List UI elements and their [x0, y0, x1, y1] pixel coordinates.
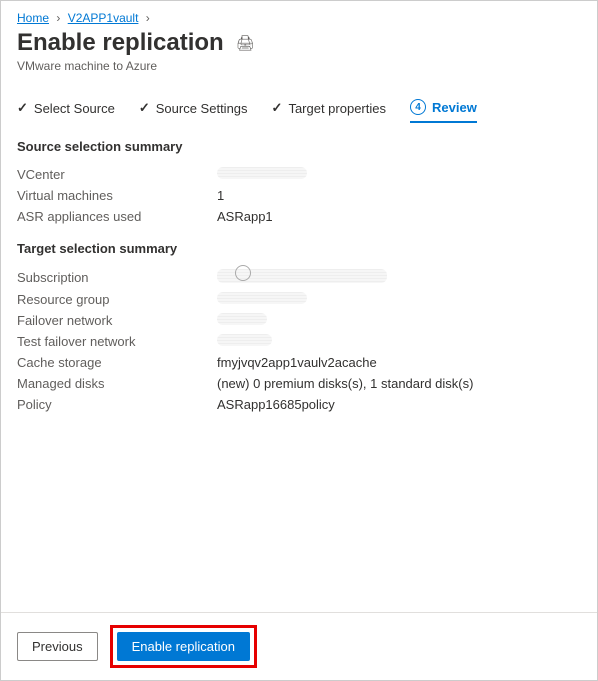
value-redacted — [217, 167, 307, 182]
row-policy: Policy ASRapp16685policy — [17, 394, 581, 415]
tab-label: Target properties — [288, 101, 386, 116]
breadcrumb: Home › V2APP1vault › — [1, 1, 597, 29]
value: ASRapp16685policy — [217, 397, 335, 412]
enable-replication-button[interactable]: Enable replication — [117, 632, 250, 661]
review-content: Source selection summary VCenter Virtual… — [1, 123, 597, 612]
label: Cache storage — [17, 355, 217, 370]
value: 1 — [217, 188, 224, 203]
label: Failover network — [17, 313, 217, 328]
label: Policy — [17, 397, 217, 412]
tab-source-settings[interactable]: ✓ Source Settings — [139, 99, 248, 123]
tab-select-source[interactable]: ✓ Select Source — [17, 99, 115, 123]
value: ASRapp1 — [217, 209, 273, 224]
row-virtual-machines: Virtual machines 1 — [17, 185, 581, 206]
wizard-tabs: ✓ Select Source ✓ Source Settings ✓ Targ… — [1, 79, 597, 123]
step-number-icon: 4 — [410, 99, 426, 115]
label: Subscription — [17, 270, 217, 285]
value-redacted — [217, 334, 272, 349]
breadcrumb-vault[interactable]: V2APP1vault — [68, 11, 139, 25]
chevron-right-icon: › — [146, 11, 150, 25]
chevron-right-icon: › — [56, 11, 60, 25]
tab-review[interactable]: 4 Review — [410, 99, 477, 123]
breadcrumb-home[interactable]: Home — [17, 11, 49, 25]
label: ASR appliances used — [17, 209, 217, 224]
print-icon[interactable]: 🖨 — [236, 34, 255, 52]
page-subtitle: VMware machine to Azure — [17, 59, 581, 73]
tab-target-properties[interactable]: ✓ Target properties — [272, 99, 386, 123]
label: VCenter — [17, 167, 217, 182]
row-test-failover-network: Test failover network — [17, 331, 581, 352]
value-redacted — [217, 313, 267, 328]
wizard-footer: Previous Enable replication — [1, 612, 597, 680]
row-asr-appliances: ASR appliances used ASRapp1 — [17, 206, 581, 227]
row-resource-group: Resource group — [17, 289, 581, 310]
source-selection-summary: Source selection summary VCenter Virtual… — [17, 139, 581, 227]
label: Virtual machines — [17, 188, 217, 203]
value: (new) 0 premium disks(s), 1 standard dis… — [217, 376, 473, 391]
tab-label: Review — [432, 100, 477, 115]
target-selection-summary: Target selection summary Subscription Re… — [17, 241, 581, 415]
tab-label: Select Source — [34, 101, 115, 116]
row-cache-storage: Cache storage fmyjvqv2app1vaulv2acache — [17, 352, 581, 373]
tab-label: Source Settings — [156, 101, 248, 116]
section-title: Source selection summary — [17, 139, 581, 154]
page-title: Enable replication — [17, 29, 224, 57]
label: Test failover network — [17, 334, 217, 349]
value: fmyjvqv2app1vaulv2acache — [217, 355, 377, 370]
value-redacted — [217, 269, 387, 286]
label: Managed disks — [17, 376, 217, 391]
row-managed-disks: Managed disks (new) 0 premium disks(s), … — [17, 373, 581, 394]
row-failover-network: Failover network — [17, 310, 581, 331]
check-icon: ✓ — [139, 100, 150, 116]
check-icon: ✓ — [272, 100, 283, 116]
section-title: Target selection summary — [17, 241, 581, 256]
callout-highlight: Enable replication — [110, 625, 257, 668]
check-icon: ✓ — [17, 100, 28, 116]
row-subscription: Subscription — [17, 266, 581, 289]
label: Resource group — [17, 292, 217, 307]
value-redacted — [217, 292, 307, 307]
row-vcenter: VCenter — [17, 164, 581, 185]
previous-button[interactable]: Previous — [17, 632, 98, 661]
page-header: Enable replication 🖨 VMware machine to A… — [1, 29, 597, 79]
